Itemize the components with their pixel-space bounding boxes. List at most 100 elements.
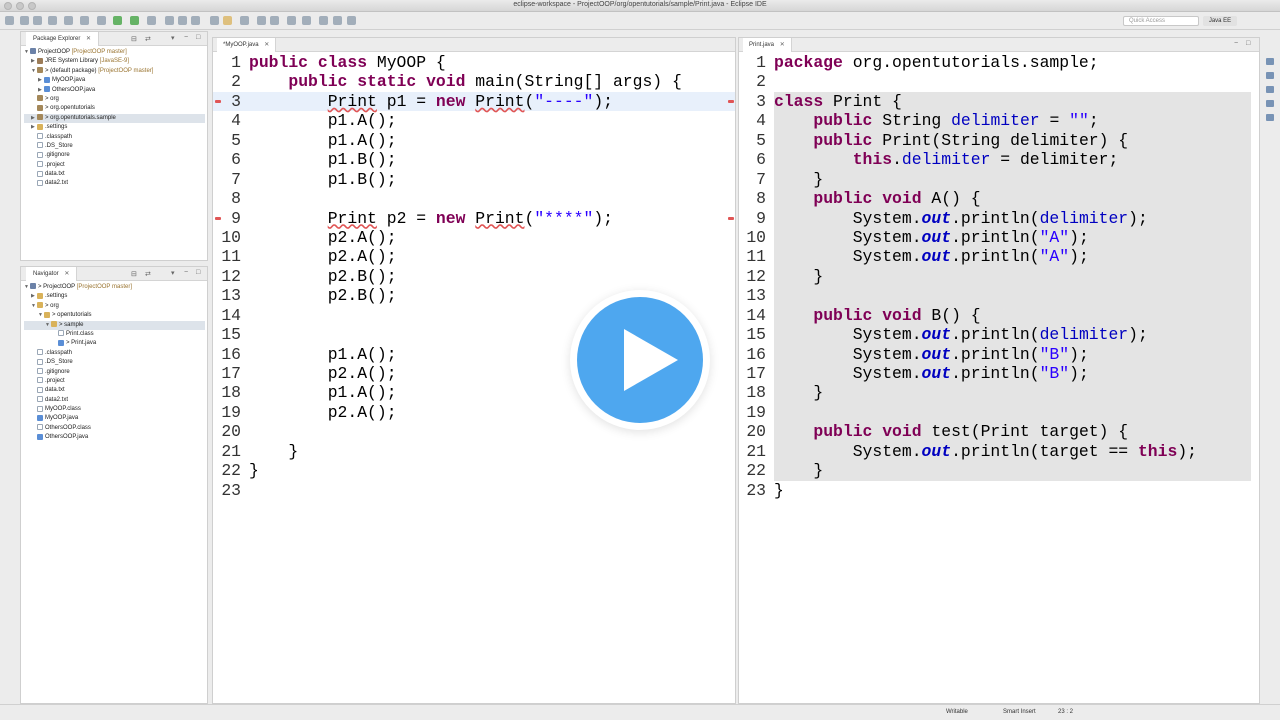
code-line[interactable]: 23} (739, 481, 1259, 500)
collapse-all-icon[interactable]: ⊟ (131, 270, 137, 278)
quick-access-input[interactable]: Quick Access (1123, 16, 1199, 26)
code-line[interactable]: 1 public class MyOOP { (213, 53, 735, 72)
play-button[interactable] (570, 290, 710, 430)
tree-item[interactable]: ▶ > org.opentutorials.sample (24, 113, 205, 124)
code-line[interactable]: 10 p2.A(); (213, 228, 735, 247)
tree-item[interactable]: ▶ .settings (24, 292, 205, 301)
tree-item[interactable]: ▶ JRE System Library [JavaSE-9] (24, 57, 205, 66)
error-marker-icon[interactable] (215, 217, 221, 220)
search-icon[interactable] (223, 16, 232, 25)
code-line[interactable]: 21 } (213, 442, 735, 461)
code-line[interactable]: 6 this.delimiter = delimiter; (739, 150, 1259, 170)
print-editor[interactable]: Print.java ✕ − □ 1 package org.opentutori… (738, 37, 1260, 704)
code-line[interactable]: 4 public String delimiter = ""; (739, 111, 1259, 131)
tree-item[interactable]: .classpath (24, 132, 205, 142)
java-ee-perspective-button[interactable]: Java EE (1203, 16, 1237, 26)
forward-icon[interactable] (347, 16, 356, 25)
package-explorer-tab[interactable]: Package Explorer ✕ (26, 32, 100, 46)
new-icon[interactable] (5, 16, 14, 25)
code-line[interactable]: 16 System.out.println("B"); (739, 344, 1259, 364)
run-icon[interactable] (113, 16, 122, 25)
minimize-view-icon[interactable]: − (184, 34, 188, 41)
open-type-icon[interactable] (210, 16, 219, 25)
print-icon[interactable] (48, 16, 57, 25)
print-code-area[interactable]: 1 package org.opentutorials.sample; 2 3 clas… (739, 53, 1259, 500)
tree-item[interactable]: .gitignore (24, 151, 205, 160)
code-line[interactable]: 3 class Print { (739, 91, 1259, 112)
code-line[interactable]: 17 System.out.println("B"); (739, 364, 1259, 384)
close-tab-icon[interactable]: ✕ (264, 42, 269, 48)
view-menu-icon[interactable]: ▾ (171, 269, 175, 277)
code-line[interactable]: 1 package org.opentutorials.sample; (739, 53, 1259, 72)
show-whitespace-icon[interactable] (270, 16, 279, 25)
tree-item[interactable]: > org.opentutorials (24, 104, 205, 113)
code-line[interactable]: 5 public Print(String delimiter) { (739, 130, 1259, 151)
terminal-icon[interactable] (64, 16, 73, 25)
tree-item[interactable]: data.txt (24, 386, 205, 395)
code-line[interactable]: 13 (739, 286, 1259, 306)
myoop-editor-tab[interactable]: *MyOOP.java ✕ (217, 38, 277, 52)
tree-item[interactable]: .DS_Store (24, 358, 205, 367)
tree-item[interactable]: Print.class (24, 330, 205, 339)
overview-error-marker[interactable] (728, 100, 734, 103)
code-line[interactable]: 15 System.out.println(delimiter); (739, 325, 1259, 345)
tree-item[interactable]: OthersOOP.class (24, 424, 205, 433)
link-editor-icon[interactable]: ⇄ (145, 270, 151, 278)
code-line[interactable]: 4 p1.A(); (213, 111, 735, 130)
save-icon[interactable] (20, 16, 29, 25)
tree-item[interactable]: ▶ MyOOP.java (24, 76, 205, 85)
code-line[interactable]: 7 p1.B(); (213, 170, 735, 189)
back-icon[interactable] (333, 16, 342, 25)
last-edit-location-icon[interactable] (319, 16, 328, 25)
navigator-tab[interactable]: Navigator ✕ (26, 267, 78, 281)
code-line[interactable]: 19 (739, 402, 1259, 423)
code-line[interactable]: 21 System.out.println(target == this); (739, 441, 1259, 462)
tree-item[interactable]: .project (24, 161, 205, 170)
code-line[interactable]: 9 Print p2 = new Print("****"); (213, 209, 735, 228)
problems-icon[interactable] (1266, 86, 1274, 93)
new-class-icon[interactable] (191, 16, 200, 25)
coverage-icon[interactable] (130, 16, 139, 25)
tree-item[interactable]: ▼ > opentutorials (24, 311, 205, 320)
tree-item[interactable]: .project (24, 377, 205, 386)
close-tab-icon[interactable]: ✕ (64, 271, 69, 277)
new-package-icon[interactable] (178, 16, 187, 25)
toggle-mark-occurrences-icon[interactable] (240, 16, 249, 25)
code-line[interactable]: 6 p1.B(); (213, 150, 735, 169)
outline-icon[interactable] (1266, 58, 1274, 65)
previous-annotation-icon[interactable] (302, 16, 311, 25)
maximize-view-icon[interactable]: □ (196, 269, 200, 276)
code-line[interactable]: 9 System.out.println(delimiter); (739, 208, 1259, 228)
tree-item[interactable]: ▼ ProjectOOP [ProjectOOP master] (24, 48, 205, 57)
minimize-editor-icon[interactable]: − (1234, 40, 1238, 47)
tree-item[interactable]: ▶ OthersOOP.java (24, 85, 205, 95)
tree-item[interactable]: ▶ .settings (24, 123, 205, 132)
link-editor-icon[interactable]: ⇄ (145, 35, 151, 43)
code-line[interactable]: 12 p2.B(); (213, 267, 735, 286)
code-line[interactable]: 7 } (739, 169, 1259, 190)
overview-error-marker[interactable] (728, 217, 734, 220)
tree-item[interactable]: .classpath (24, 349, 205, 358)
tree-item[interactable]: MyOOP.class (24, 405, 205, 414)
error-marker-icon[interactable] (215, 100, 221, 103)
maximize-editor-icon[interactable]: □ (1246, 40, 1250, 47)
view-menu-icon[interactable]: ▾ (171, 34, 175, 42)
code-line[interactable]: 10 System.out.println("A"); (739, 227, 1259, 248)
external-tools-icon[interactable] (147, 16, 156, 25)
next-annotation-icon[interactable] (287, 16, 296, 25)
tree-item[interactable]: .DS_Store (24, 142, 205, 151)
tree-item[interactable]: data2.txt (24, 396, 205, 405)
save-all-icon[interactable] (33, 16, 42, 25)
code-line[interactable]: 3 Print p1 = new Print("----"); (213, 91, 735, 112)
code-line[interactable]: 2 (739, 72, 1259, 91)
tree-item[interactable]: MyOOP.java (24, 414, 205, 423)
code-line[interactable]: 23 (213, 481, 735, 500)
tree-item[interactable]: > Print.java (24, 339, 205, 348)
code-line[interactable]: 11 p2.A(); (213, 247, 735, 266)
code-line[interactable]: 8 (213, 189, 735, 208)
code-line[interactable]: 12 } (739, 266, 1259, 287)
maximize-view-icon[interactable]: □ (196, 34, 200, 41)
myoop-code-area[interactable]: 1 public class MyOOP {2 public static voi… (213, 53, 735, 500)
new-java-project-icon[interactable] (165, 16, 174, 25)
code-line[interactable]: 8 public void A() { (739, 189, 1259, 209)
